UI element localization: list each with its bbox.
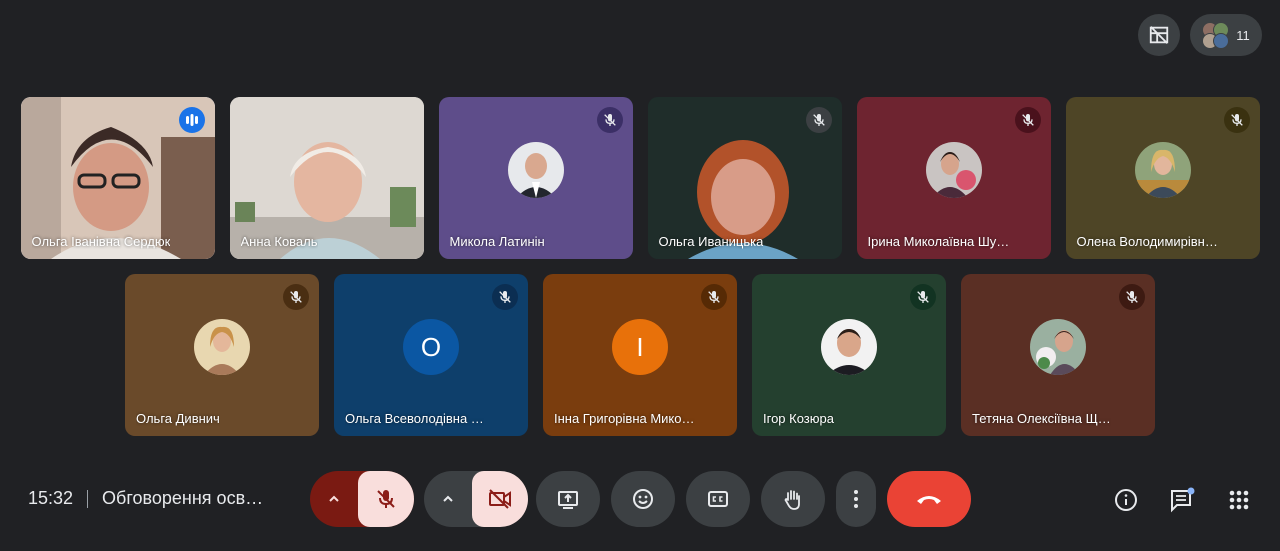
more-group — [836, 471, 876, 527]
mic-off-icon — [603, 114, 616, 126]
present-group — [536, 471, 600, 527]
mic-off-badge — [805, 107, 832, 133]
microphone-toggle[interactable] — [358, 471, 414, 527]
participant-name: Ольга Дивнич — [136, 411, 220, 426]
participants-button[interactable]: 11 — [1190, 14, 1262, 56]
chat-icon — [1171, 487, 1195, 513]
raise-hand-button[interactable] — [761, 471, 825, 527]
mic-off-badge — [283, 284, 309, 310]
participant-tile[interactable]: Олена Володимирівн… — [1065, 97, 1260, 259]
mic-off-badge — [701, 284, 727, 310]
mic-off-badge — [910, 284, 936, 310]
participant-tile[interactable]: Микола Латинін — [438, 97, 633, 259]
camera-group — [424, 471, 528, 527]
participant-tile[interactable]: Ірина Миколаївна Шу… — [856, 97, 1051, 259]
emoji-icon — [633, 489, 653, 509]
chat-button[interactable] — [1167, 485, 1197, 515]
activities-button[interactable] — [1224, 485, 1254, 515]
video-options-button[interactable] — [424, 471, 472, 527]
participant-name: Микола Латинін — [449, 234, 545, 249]
participants-count: 11 — [1236, 27, 1250, 43]
mic-off-icon — [812, 114, 825, 126]
chevron-up-icon — [329, 495, 339, 502]
participant-avatar — [507, 142, 564, 198]
mic-off-icon — [1021, 114, 1034, 126]
participant-name: Ольга Всеволодівна … — [345, 411, 484, 426]
participant-tile[interactable]: Анна Коваль — [229, 97, 424, 259]
participant-tile[interactable]: Ігор Козюра — [752, 274, 946, 436]
top-bar: 11 — [1138, 14, 1262, 56]
chevron-up-icon — [443, 495, 453, 502]
call-end-icon — [917, 496, 941, 504]
participant-initial: I — [612, 319, 668, 375]
microphone-group — [310, 471, 414, 527]
meeting-title[interactable]: Обговорення осв… — [102, 488, 263, 509]
mic-off-icon — [290, 291, 302, 303]
divider — [87, 489, 89, 508]
participants-avatars — [1202, 22, 1230, 49]
participant-tile[interactable]: O Ольга Всеволодівна … — [334, 274, 528, 436]
mic-off-icon — [499, 291, 511, 303]
participant-name: Ігор Козюра — [763, 411, 834, 426]
participant-tile[interactable]: Ольга Дивнич — [125, 274, 319, 436]
mic-off-icon — [1230, 114, 1243, 126]
present-screen-button[interactable] — [536, 471, 600, 527]
reactions-button[interactable] — [611, 471, 675, 527]
captions-icon — [708, 491, 728, 507]
leave-group — [887, 471, 971, 527]
captions-group — [686, 471, 750, 527]
raise-hand-group — [761, 471, 825, 527]
layout-off-icon — [1149, 26, 1169, 44]
more-options-button[interactable] — [836, 471, 876, 527]
meeting-info: 15:32 Обговорення осв… — [28, 488, 263, 509]
mic-off-icon — [708, 291, 720, 303]
mic-off-icon — [377, 490, 395, 508]
mic-off-badge — [492, 284, 518, 310]
control-bar: 15:32 Обговорення осв… — [0, 471, 1280, 551]
audio-options-button[interactable] — [310, 471, 358, 527]
mic-off-icon — [917, 291, 929, 303]
tiles-row-1: Ольга Іванівна Сердюк Анна Коваль Микола… — [0, 97, 1280, 259]
camera-toggle[interactable] — [472, 471, 528, 527]
participant-avatar — [821, 319, 877, 375]
audio-level-icon — [185, 114, 198, 126]
captions-button[interactable] — [686, 471, 750, 527]
participant-name: Ольга Іванівна Сердюк — [31, 234, 171, 249]
tiles-row-2: Ольга Дивнич O Ольга Всеволодівна … I Ін… — [0, 274, 1280, 436]
mic-off-badge — [596, 107, 623, 133]
participant-name: Ольга Иваницька — [658, 234, 764, 249]
participant-name: Олена Володимирівн… — [1076, 234, 1218, 249]
participant-avatar — [1030, 319, 1086, 375]
participant-name: Тетяна Олексіївна Щ… — [972, 411, 1111, 426]
mic-off-badge — [1119, 284, 1145, 310]
leave-call-button[interactable] — [887, 471, 971, 527]
meeting-details-button[interactable] — [1111, 485, 1141, 515]
participant-avatar — [1134, 142, 1191, 198]
participant-tile[interactable]: Ольга Іванівна Сердюк — [20, 97, 215, 259]
participant-avatar — [194, 319, 250, 375]
hand-icon — [784, 490, 800, 510]
camera-off-icon — [489, 489, 511, 509]
participant-tile[interactable]: Ольга Иваницька — [647, 97, 842, 259]
mic-off-badge — [1223, 107, 1250, 133]
info-icon — [1115, 489, 1137, 511]
mic-off-badge — [1014, 107, 1041, 133]
participant-name: Ірина Миколаївна Шу… — [867, 234, 1010, 249]
participant-avatar — [925, 142, 982, 198]
more-vert-icon — [854, 490, 858, 508]
present-screen-icon — [558, 491, 578, 509]
speaking-indicator — [178, 107, 205, 133]
participant-tile[interactable]: I Інна Григорівна Мико… — [543, 274, 737, 436]
participant-name: Анна Коваль — [240, 234, 318, 249]
hidden-tiles-button[interactable] — [1138, 14, 1180, 56]
clock-time: 15:32 — [28, 488, 74, 508]
reactions-group — [611, 471, 675, 527]
participant-initial: O — [403, 319, 459, 375]
mic-off-icon — [1126, 291, 1138, 303]
participant-name: Інна Григорівна Мико… — [554, 411, 695, 426]
participant-tile[interactable]: Тетяна Олексіївна Щ… — [961, 274, 1155, 436]
apps-grid-icon — [1229, 490, 1249, 510]
